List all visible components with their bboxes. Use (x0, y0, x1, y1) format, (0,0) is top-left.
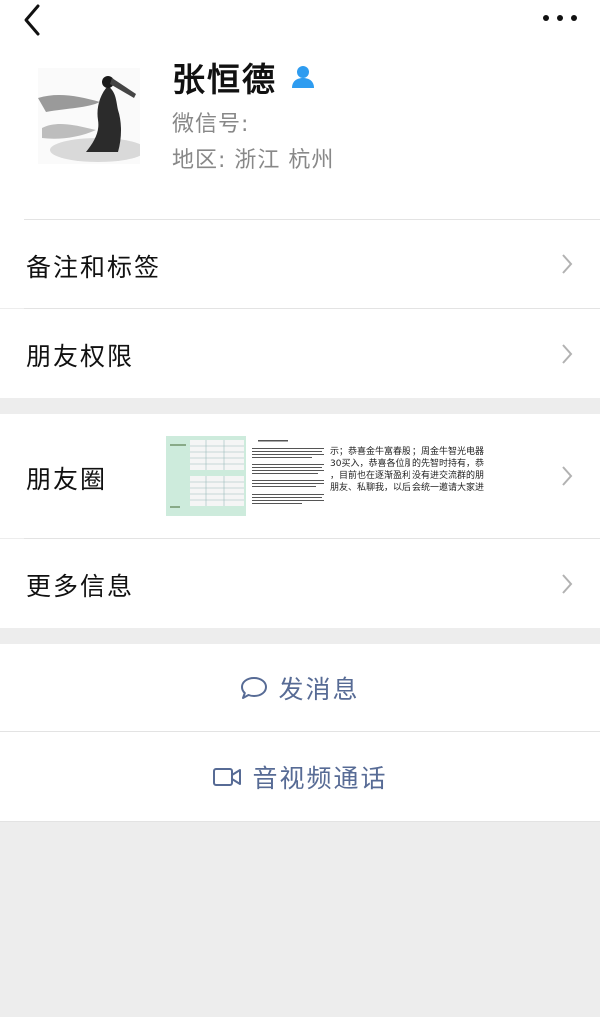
chat-bubble-icon (241, 677, 268, 699)
moments-thumb-text-2: ；周金牛智光电器 的先智时持有，恭 没有进交流群的朋 会统一邀请大家进 (412, 436, 492, 516)
moments-row[interactable]: 朋友圈 示；恭喜金牛富春股 30买入，恭喜各位朋 ，目前也在逐渐盈利 朋友、私聊… (0, 414, 600, 538)
avatar-ink-figure-image (38, 68, 140, 164)
thumb-text-line: 30买入，恭喜各位朋 (330, 459, 410, 469)
thumb-text-line: 会统一邀请大家进 (412, 483, 485, 493)
more-dots-icon (543, 15, 577, 21)
profile-header: 张恒德 微信号: 地区: 浙江 杭州 (0, 40, 600, 220)
thumb-text-line: 没有进交流群的朋 (412, 471, 485, 481)
top-bar (0, 0, 600, 40)
more-info-row[interactable]: 更多信息 (0, 539, 600, 628)
send-message-label: 发消息 (278, 675, 360, 704)
name-row: 张恒德 (172, 52, 317, 102)
avatar[interactable] (38, 68, 140, 164)
thumb-text-line: 朋友、私聊我，以后 (330, 483, 410, 493)
profile-name: 张恒德 (172, 60, 277, 99)
video-call-label: 音视频通话 (252, 763, 388, 793)
contact-person-icon (292, 66, 314, 88)
send-message-button[interactable]: 发消息 (0, 644, 600, 732)
more-options-button[interactable] (538, 6, 582, 30)
wechat-id: 微信号: (172, 112, 250, 137)
remarks-tags-label: 备注和标签 (26, 253, 162, 282)
moments-thumb-text-1: 示；恭喜金牛富春股份 30买入，恭喜各位朋 ，目前也在逐渐盈利， 朋友、私聊我，… (330, 436, 410, 516)
moments-label: 朋友圈 (26, 465, 108, 494)
remarks-tags-row[interactable]: 备注和标签 (0, 220, 600, 308)
chevron-right-icon (562, 574, 573, 594)
thumb-text-line: ；周金牛智光电器 (412, 447, 485, 457)
more-info-label: 更多信息 (26, 572, 135, 601)
moments-thumb-document (248, 436, 328, 516)
spreadsheet-image (166, 436, 246, 516)
thumb-text-line: ，目前也在逐渐盈利， (330, 471, 410, 481)
moments-thumbnails: 示；恭喜金牛富春股份 30买入，恭喜各位朋 ，目前也在逐渐盈利， 朋友、私聊我，… (166, 436, 494, 516)
video-call-content: 音视频通话 (212, 759, 387, 795)
chevron-right-icon (562, 344, 573, 364)
region: 地区: 浙江 杭州 (172, 148, 335, 173)
document-image (248, 436, 328, 516)
video-camera-icon (213, 767, 242, 786)
chevron-left-icon (24, 4, 40, 36)
divider (0, 821, 600, 822)
friend-permissions-row[interactable]: 朋友权限 (0, 309, 600, 398)
video-call-button[interactable]: 音视频通话 (0, 732, 600, 821)
moments-thumb-spreadsheet (166, 436, 246, 516)
send-message-content: 发消息 (240, 670, 359, 706)
chevron-right-icon (562, 254, 573, 274)
chevron-right-icon (562, 466, 573, 486)
thumb-text-line: 示；恭喜金牛富春股份 (330, 447, 410, 457)
back-button[interactable] (20, 2, 60, 38)
friend-permissions-label: 朋友权限 (26, 342, 135, 371)
thumb-text-line: 的先智时持有，恭 (412, 459, 485, 469)
